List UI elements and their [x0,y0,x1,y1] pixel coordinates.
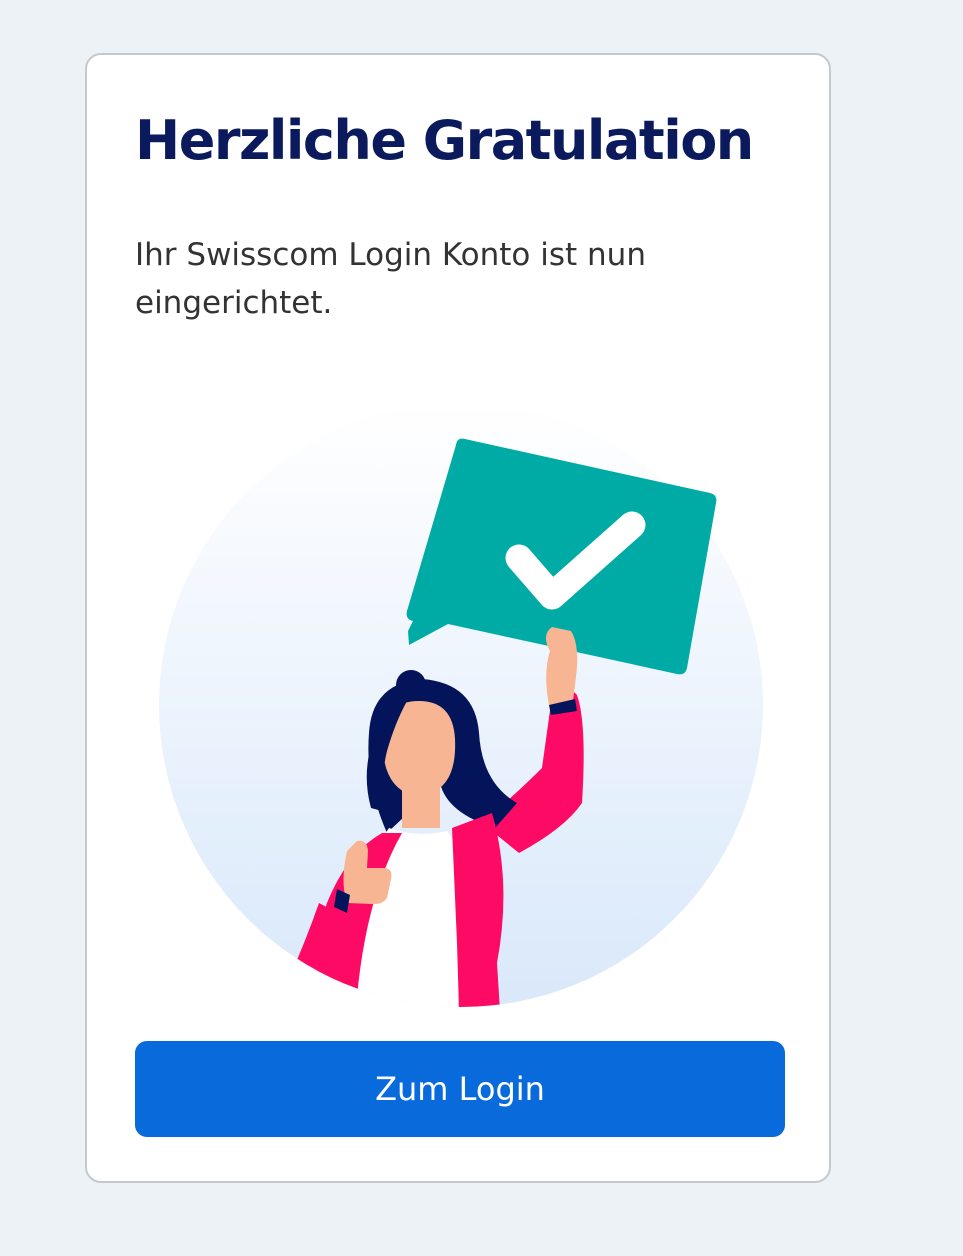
success-card: Herzliche Gratulation Ihr Swisscom Login… [85,53,831,1183]
success-message: Ihr Swisscom Login Konto ist nun eingeri… [135,237,646,321]
success-illustration [159,403,763,1007]
login-button[interactable]: Zum Login [135,1041,785,1137]
page-title: Herzliche Gratulation [135,109,754,172]
